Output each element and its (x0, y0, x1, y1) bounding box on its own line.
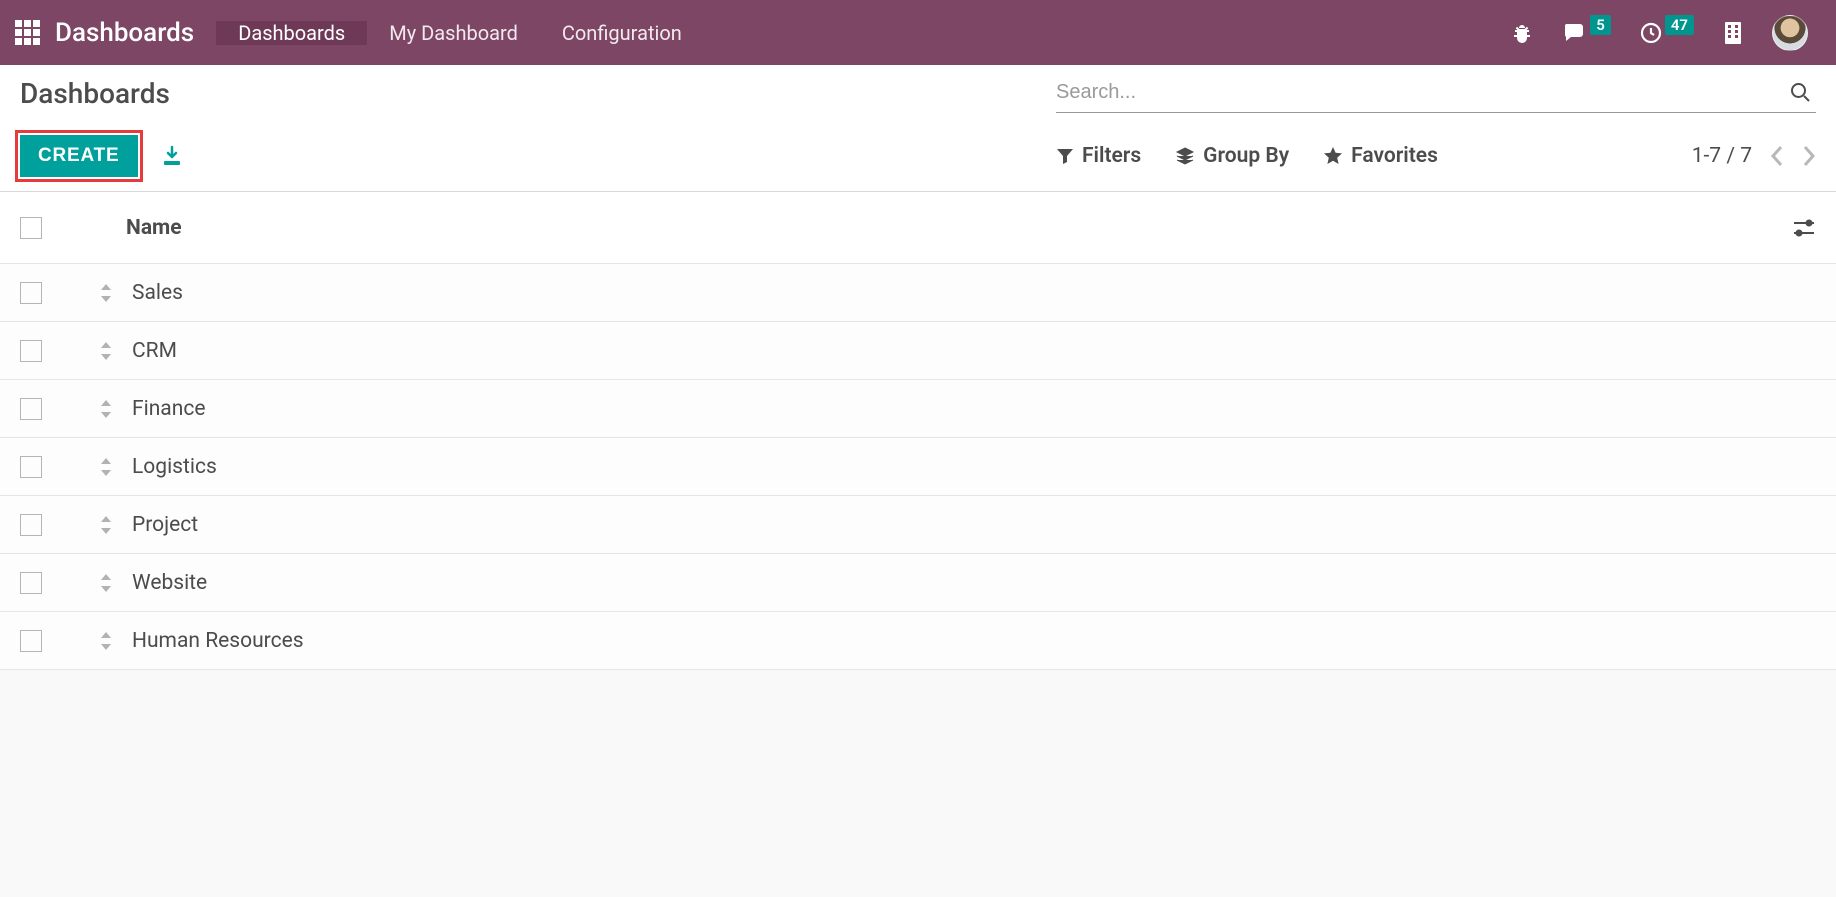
sort-icon (98, 398, 114, 420)
breadcrumb: Dashboards (20, 77, 170, 110)
control-panel-bottom: CREATE Filters Group By (20, 135, 1816, 177)
apps-grid-icon (15, 20, 40, 45)
chevron-left-icon (1770, 145, 1784, 167)
list-row[interactable]: CRM (0, 322, 1836, 380)
create-button[interactable]: CREATE (20, 135, 138, 177)
search-button[interactable] (1784, 80, 1816, 110)
sort-icon (98, 340, 114, 362)
navbar-right: 5 47 (1510, 0, 1836, 65)
row-name: Human Resources (132, 629, 304, 653)
row-name: Sales (132, 281, 183, 305)
select-all-checkbox[interactable] (20, 217, 42, 239)
list-row[interactable]: Project (0, 496, 1836, 554)
drag-handle[interactable] (98, 456, 114, 478)
list-row[interactable]: Logistics (0, 438, 1836, 496)
activities-button[interactable]: 47 (1639, 21, 1694, 45)
row-name: Project (132, 513, 198, 537)
nav-item-my-dashboard[interactable]: My Dashboard (367, 21, 540, 45)
apps-menu-button[interactable] (0, 20, 55, 45)
drag-handle[interactable] (98, 282, 114, 304)
navbar-left: Dashboards Dashboards My Dashboard Confi… (0, 0, 704, 65)
list-row[interactable]: Finance (0, 380, 1836, 438)
row-checkbox[interactable] (20, 630, 42, 652)
list-body: Sales CRM Finance Logistics Project Webs (0, 264, 1836, 670)
search-input[interactable] (1056, 77, 1784, 112)
download-icon (160, 144, 184, 168)
pager-next[interactable] (1802, 145, 1816, 167)
clock-icon (1639, 21, 1663, 45)
drag-handle[interactable] (98, 514, 114, 536)
list-row[interactable]: Website (0, 554, 1836, 612)
optional-columns-button[interactable] (1792, 218, 1816, 238)
chat-icon (1562, 21, 1588, 45)
search-icon (1788, 80, 1812, 104)
row-checkbox[interactable] (20, 572, 42, 594)
column-header-name[interactable]: Name (126, 216, 182, 240)
favorites-button[interactable]: Favorites (1323, 144, 1438, 168)
pager-text: 1-7 / 7 (1692, 144, 1752, 168)
messages-button[interactable]: 5 (1562, 21, 1611, 45)
pager: 1-7 / 7 (1692, 144, 1816, 168)
search-toolbar: Filters Group By Favorites 1-7 / 7 (1056, 144, 1816, 168)
user-menu[interactable] (1772, 15, 1808, 51)
groupby-button[interactable]: Group By (1175, 144, 1289, 168)
star-icon (1323, 146, 1343, 166)
drag-handle[interactable] (98, 398, 114, 420)
sort-icon (98, 282, 114, 304)
drag-handle[interactable] (98, 572, 114, 594)
list-row[interactable]: Sales (0, 264, 1836, 322)
messages-badge: 5 (1590, 15, 1611, 35)
app-brand[interactable]: Dashboards (55, 18, 216, 48)
debug-button[interactable] (1510, 21, 1534, 45)
drag-handle[interactable] (98, 340, 114, 362)
row-name: Website (132, 571, 207, 595)
favorites-label: Favorites (1351, 144, 1438, 168)
list-row[interactable]: Human Resources (0, 612, 1836, 670)
search-container (1056, 77, 1816, 113)
row-name: Logistics (132, 455, 217, 479)
row-name: CRM (132, 339, 177, 363)
layers-icon (1175, 146, 1195, 166)
top-navbar: Dashboards Dashboards My Dashboard Confi… (0, 0, 1836, 65)
bug-icon (1510, 21, 1534, 45)
sort-icon (98, 630, 114, 652)
company-button[interactable] (1722, 20, 1744, 46)
row-checkbox[interactable] (20, 456, 42, 478)
row-checkbox[interactable] (20, 398, 42, 420)
sliders-icon (1792, 218, 1816, 238)
building-icon (1722, 20, 1744, 46)
sort-icon (98, 572, 114, 594)
avatar (1772, 15, 1808, 51)
sort-icon (98, 456, 114, 478)
nav-item-dashboards[interactable]: Dashboards (216, 21, 367, 45)
row-checkbox[interactable] (20, 340, 42, 362)
funnel-icon (1056, 147, 1074, 165)
filters-label: Filters (1082, 144, 1141, 168)
row-name: Finance (132, 397, 205, 421)
list-header: Name (0, 192, 1836, 264)
sort-icon (98, 514, 114, 536)
nav-item-configuration[interactable]: Configuration (540, 21, 704, 45)
groupby-label: Group By (1203, 144, 1289, 168)
export-button[interactable] (160, 144, 184, 168)
pager-prev[interactable] (1770, 145, 1784, 167)
control-panel: Dashboards CREATE Filters (0, 65, 1836, 192)
activities-badge: 47 (1665, 15, 1694, 35)
row-checkbox[interactable] (20, 282, 42, 304)
nav-menu: Dashboards My Dashboard Configuration (216, 21, 704, 45)
control-panel-top: Dashboards (20, 77, 1816, 113)
row-checkbox[interactable] (20, 514, 42, 536)
filters-button[interactable]: Filters (1056, 144, 1141, 168)
chevron-right-icon (1802, 145, 1816, 167)
drag-handle[interactable] (98, 630, 114, 652)
